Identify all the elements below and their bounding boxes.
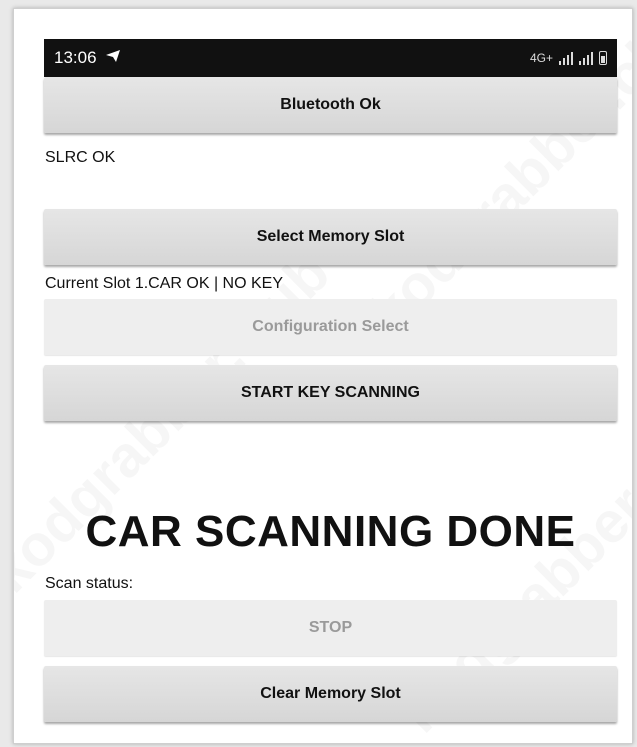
stop-button[interactable]: STOP (44, 600, 617, 656)
scan-status-label: Scan status: (45, 575, 134, 592)
bluetooth-button[interactable]: Bluetooth Ok (44, 77, 617, 133)
start-key-scanning-button[interactable]: START KEY SCANNING (44, 365, 617, 421)
configuration-select-button[interactable]: Configuration Select (44, 299, 617, 355)
network-type: 4G+ (529, 51, 553, 65)
phone-screen: kodgrabber.club kodgrabber.club kodgrabb… (13, 8, 633, 744)
status-bar: 13:06 4G+ (44, 39, 617, 77)
status-time: 13:06 (54, 48, 97, 67)
slrc-status: SLRC OK (45, 149, 116, 166)
battery-icon (599, 51, 607, 65)
clear-memory-slot-button[interactable]: Clear Memory Slot (44, 666, 617, 722)
select-memory-slot-button[interactable]: Select Memory Slot (44, 209, 617, 265)
signal-icon (559, 51, 573, 65)
scan-headline: CAR SCANNING DONE (85, 507, 576, 556)
current-slot-label: Current Slot 1.CAR OK | NO KEY (45, 275, 284, 292)
telegram-icon (105, 48, 121, 68)
signal-icon (579, 51, 593, 65)
